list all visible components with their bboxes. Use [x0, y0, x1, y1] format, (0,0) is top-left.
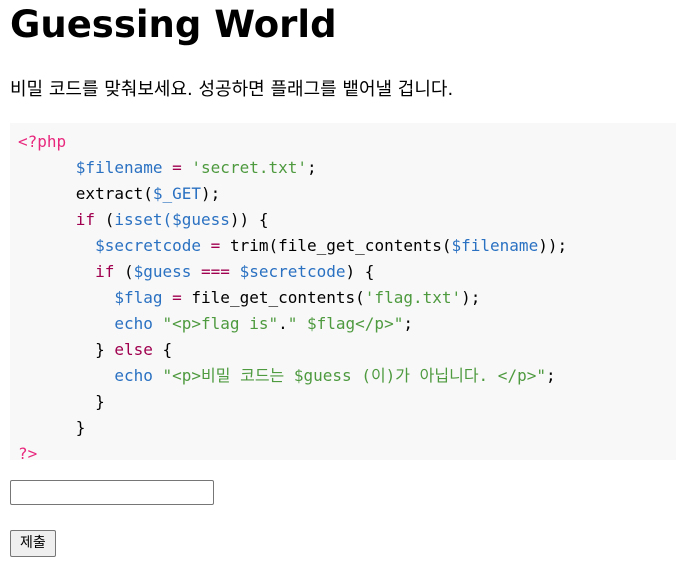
code-string: "<p>flag is" — [162, 314, 279, 333]
code-punctuation: ( — [114, 262, 134, 281]
code-variable: $_GET — [152, 184, 202, 203]
code-line-11: } — [18, 389, 105, 415]
code-punctuation: { — [152, 340, 173, 359]
code-function: file_get_contents( — [191, 288, 365, 307]
code-variable: $filename — [451, 236, 539, 255]
code-punctuation: } — [75, 418, 86, 437]
code-punctuation: ) { — [345, 262, 375, 281]
code-line-3: extract($_GET); — [18, 181, 221, 207]
code-variable: $guess — [133, 262, 192, 281]
code-variable: $secretcode — [239, 262, 346, 281]
code-function: trim( — [229, 236, 279, 255]
code-line-4: if (isset($guess)) { — [18, 207, 269, 233]
code-punctuation: )); — [538, 236, 568, 255]
code-line-1: <?php — [18, 129, 66, 155]
page-title: Guessing World — [10, 3, 337, 46]
code-string: " $flag</p>" — [287, 314, 404, 333]
code-keyword: if — [95, 262, 115, 281]
code-function: extract( — [75, 184, 153, 203]
php-close-tag: ?> — [18, 444, 38, 463]
code-punctuation: } — [95, 392, 105, 411]
code-function: isset( — [114, 210, 173, 229]
code-line-10: echo "<p>비밀 코드는 $guess (이)가 아닙니다. </p>"; — [18, 363, 556, 389]
code-line-6: if ($guess === $secretcode) { — [18, 259, 374, 285]
code-variable: $secretcode — [95, 236, 202, 255]
code-line-2: $filename = 'secret.txt'; — [18, 155, 317, 181]
code-string: "<p>비밀 코드는 $guess (이)가 아닙니다. </p>" — [162, 366, 546, 385]
code-keyword: else — [114, 340, 153, 359]
code-punctuation: ; — [307, 158, 317, 177]
code-variable: $guess — [172, 210, 230, 229]
php-open-tag: <?php — [18, 132, 67, 151]
code-block: <?php $filename = 'secret.txt'; extract(… — [10, 123, 676, 463]
code-line-5: $secretcode = trim(file_get_contents($fi… — [18, 233, 567, 259]
code-line-9: } else { — [18, 337, 172, 363]
code-line-13: ?> — [18, 441, 37, 467]
code-variable: $filename — [75, 158, 163, 177]
code-operator: = — [162, 288, 192, 307]
code-punctuation: ( — [95, 210, 115, 229]
code-line-7: $flag = file_get_contents('flag.txt'); — [18, 285, 480, 311]
code-keyword: echo — [114, 314, 153, 333]
code-operator: = — [201, 236, 230, 255]
code-punctuation: )) { — [229, 210, 269, 229]
code-variable: $flag — [114, 288, 163, 307]
code-punctuation: ); — [461, 288, 481, 307]
code-line-8: echo "<p>flag is"." $flag</p>"; — [18, 311, 413, 337]
code-operator: . — [278, 314, 288, 333]
code-string: 'secret.txt' — [191, 158, 307, 177]
code-keyword: if — [75, 210, 96, 229]
code-function: file_get_contents( — [278, 236, 452, 255]
code-operator: === — [191, 262, 240, 281]
submit-button[interactable]: 제출 — [10, 530, 56, 557]
code-punctuation: } — [95, 340, 115, 359]
guess-input[interactable] — [10, 480, 214, 505]
code-operator: = — [162, 158, 192, 177]
code-punctuation: ; — [545, 366, 556, 385]
page-description: 비밀 코드를 맞춰보세요. 성공하면 플래그를 뱉어낼 겁니다. — [10, 79, 454, 100]
code-line-12: } — [18, 415, 86, 441]
code-punctuation: ; — [403, 314, 413, 333]
code-string: 'flag.txt' — [364, 288, 462, 307]
code-punctuation: ); — [201, 184, 221, 203]
code-keyword: echo — [114, 366, 153, 385]
